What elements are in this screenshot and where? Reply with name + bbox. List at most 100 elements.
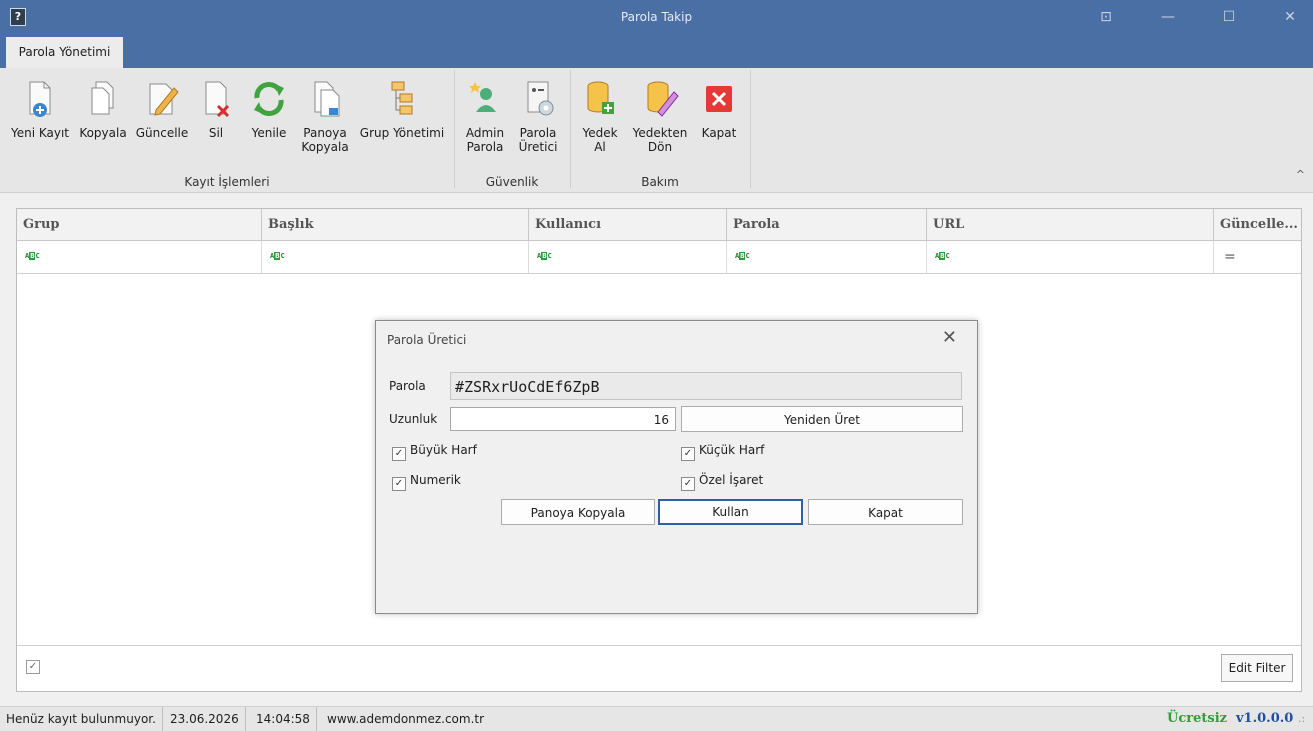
regenerate-button[interactable]: Yeniden Üret	[681, 406, 963, 432]
ribbon-tab-strip: Parola Yönetimi	[0, 34, 1313, 68]
password-generator-dialog: Parola Üretici ✕ Parola #ZSRxrUoCdEf6ZpB…	[375, 320, 978, 614]
status-bar: Henüz kayıt bulunmuyor. 23.06.2026 14:04…	[0, 706, 1313, 731]
checkbox-label: Büyük Harf	[410, 443, 477, 457]
close-window-button[interactable]: ✕	[1267, 0, 1313, 34]
auto-filter-row: ABC ABC ABC ABC ABC =	[17, 241, 1301, 274]
checkbox-label: Numerik	[410, 473, 461, 487]
uppercase-checkbox[interactable]: ✓ Büyük Harf	[392, 443, 477, 461]
clipboard-copy-icon	[305, 78, 345, 120]
password-label: Parola	[389, 379, 426, 393]
dialog-close-icon[interactable]: ✕	[942, 327, 957, 348]
ribbon-button-label: Yedek Al	[582, 126, 618, 154]
text-filter-icon: ABC	[935, 252, 950, 260]
checkbox-label: Küçük Harf	[699, 443, 765, 457]
use-password-button[interactable]: Kullan	[658, 499, 803, 525]
group-separator	[570, 70, 571, 188]
text-filter-icon: ABC	[270, 252, 285, 260]
restore-database-icon	[640, 78, 680, 120]
column-header-grup[interactable]: Grup	[17, 209, 262, 240]
close-app-button[interactable]: Kapat	[696, 78, 742, 140]
status-time: 14:04:58	[250, 707, 317, 731]
group-label-bakim: Bakım	[641, 175, 679, 189]
status-message: Henüz kayıt bulunmuyor.	[0, 707, 163, 731]
checkbox-box: ✓	[681, 477, 695, 491]
ribbon-button-label: Güncelle	[135, 126, 189, 140]
equals-filter-icon: =	[1224, 249, 1236, 265]
new-record-button[interactable]: Yeni Kayıt	[8, 78, 72, 140]
backup-database-icon	[580, 78, 620, 120]
admin-user-icon	[465, 78, 505, 120]
edit-filter-button[interactable]: Edit Filter	[1221, 654, 1293, 682]
close-red-icon	[699, 78, 739, 120]
ribbon-button-label: Yeni Kayıt	[10, 126, 70, 140]
group-separator	[454, 70, 455, 188]
group-tree-icon	[382, 78, 422, 120]
collapse-ribbon-icon[interactable]: ^	[1296, 168, 1305, 181]
generated-password-field[interactable]: #ZSRxrUoCdEf6ZpB	[450, 372, 962, 400]
title-bar: ? Parola Takip ⊡ — ☐ ✕	[0, 0, 1313, 34]
filter-cell-grup[interactable]: ABC	[17, 241, 262, 273]
pin-window-button[interactable]: ⊡	[1083, 0, 1129, 34]
special-char-checkbox[interactable]: ✓ Özel İşaret	[681, 473, 763, 491]
password-generator-button[interactable]: Parola Üretici	[512, 78, 564, 154]
filter-cell-url[interactable]: ABC	[927, 241, 1214, 273]
admin-password-button[interactable]: Admin Parola	[460, 78, 510, 154]
password-generator-icon	[518, 78, 558, 120]
length-input[interactable]: 16	[450, 407, 676, 431]
version-label: v1.0.0.0	[1236, 711, 1294, 726]
edit-document-icon	[142, 78, 182, 120]
dialog-close-button[interactable]: Kapat	[808, 499, 963, 525]
group-separator	[750, 70, 751, 188]
group-label-guvenlik: Güvenlik	[485, 175, 539, 189]
group-management-button[interactable]: Grup Yönetimi	[356, 78, 448, 140]
minimize-button[interactable]: —	[1145, 0, 1191, 34]
status-date: 23.06.2026	[164, 707, 246, 731]
copy-to-clipboard-button[interactable]: Panoya Kopyala	[296, 78, 354, 154]
grid-header: Grup Başlık Kullanıcı Parola URL Güncell…	[17, 209, 1301, 241]
filter-cell-guncelleme[interactable]: =	[1214, 241, 1301, 273]
text-filter-icon: ABC	[25, 252, 40, 260]
filter-cell-baslik[interactable]: ABC	[262, 241, 529, 273]
column-header-baslik[interactable]: Başlık	[262, 209, 529, 240]
length-label: Uzunluk	[389, 412, 438, 426]
column-header-url[interactable]: URL	[927, 209, 1214, 240]
ribbon-button-label: Kapat	[701, 126, 737, 140]
copy-button[interactable]: Kopyala	[76, 78, 130, 140]
group-label-kayit-islemleri: Kayıt İşlemleri	[184, 175, 270, 189]
ribbon-button-label: Panoya Kopyala	[301, 126, 349, 154]
update-button[interactable]: Güncelle	[134, 78, 190, 140]
restore-backup-button[interactable]: Yedekten Dön	[628, 78, 692, 154]
lowercase-checkbox[interactable]: ✓ Küçük Harf	[681, 443, 764, 461]
copy-document-icon	[83, 78, 123, 120]
text-filter-icon: ABC	[735, 252, 750, 260]
numeric-checkbox[interactable]: ✓ Numerik	[392, 473, 461, 491]
new-document-icon	[20, 78, 60, 120]
checkbox-box: ✓	[681, 447, 695, 461]
status-website[interactable]: www.ademdonmez.com.tr	[321, 707, 490, 731]
tab-parola-yonetimi[interactable]: Parola Yönetimi	[6, 37, 123, 68]
delete-document-icon	[196, 78, 236, 120]
checkbox-box: ✓	[392, 477, 406, 491]
maximize-button[interactable]: ☐	[1206, 0, 1252, 34]
copy-password-button[interactable]: Panoya Kopyala	[501, 499, 655, 525]
delete-button[interactable]: Sil	[194, 78, 238, 140]
license-badge: Ücretsiz	[1167, 711, 1228, 726]
ribbon-button-label: Sil	[208, 126, 224, 140]
resize-grip-icon[interactable]: .:	[1298, 707, 1305, 731]
refresh-button[interactable]: Yenile	[246, 78, 292, 140]
column-header-kullanici[interactable]: Kullanıcı	[529, 209, 727, 240]
ribbon-button-label: Yedekten Dön	[632, 126, 688, 154]
ribbon-button-label: Yenile	[251, 126, 287, 140]
column-header-parola[interactable]: Parola	[727, 209, 927, 240]
column-header-guncelleme[interactable]: Güncelle...	[1214, 209, 1301, 240]
ribbon: Yeni Kayıt Kopyala Güncelle Sil Yenile P…	[0, 68, 1313, 193]
checkbox-label: Özel İşaret	[699, 473, 764, 487]
backup-button[interactable]: Yedek Al	[576, 78, 624, 154]
ribbon-button-label: Parola Üretici	[518, 126, 558, 154]
filter-enable-checkbox[interactable]: ✓	[26, 660, 40, 674]
filter-cell-parola[interactable]: ABC	[727, 241, 927, 273]
dialog-title: Parola Üretici	[387, 333, 467, 347]
checkbox-box: ✓	[392, 447, 406, 461]
ribbon-button-label: Grup Yönetimi	[359, 126, 445, 140]
filter-cell-kullanici[interactable]: ABC	[529, 241, 727, 273]
